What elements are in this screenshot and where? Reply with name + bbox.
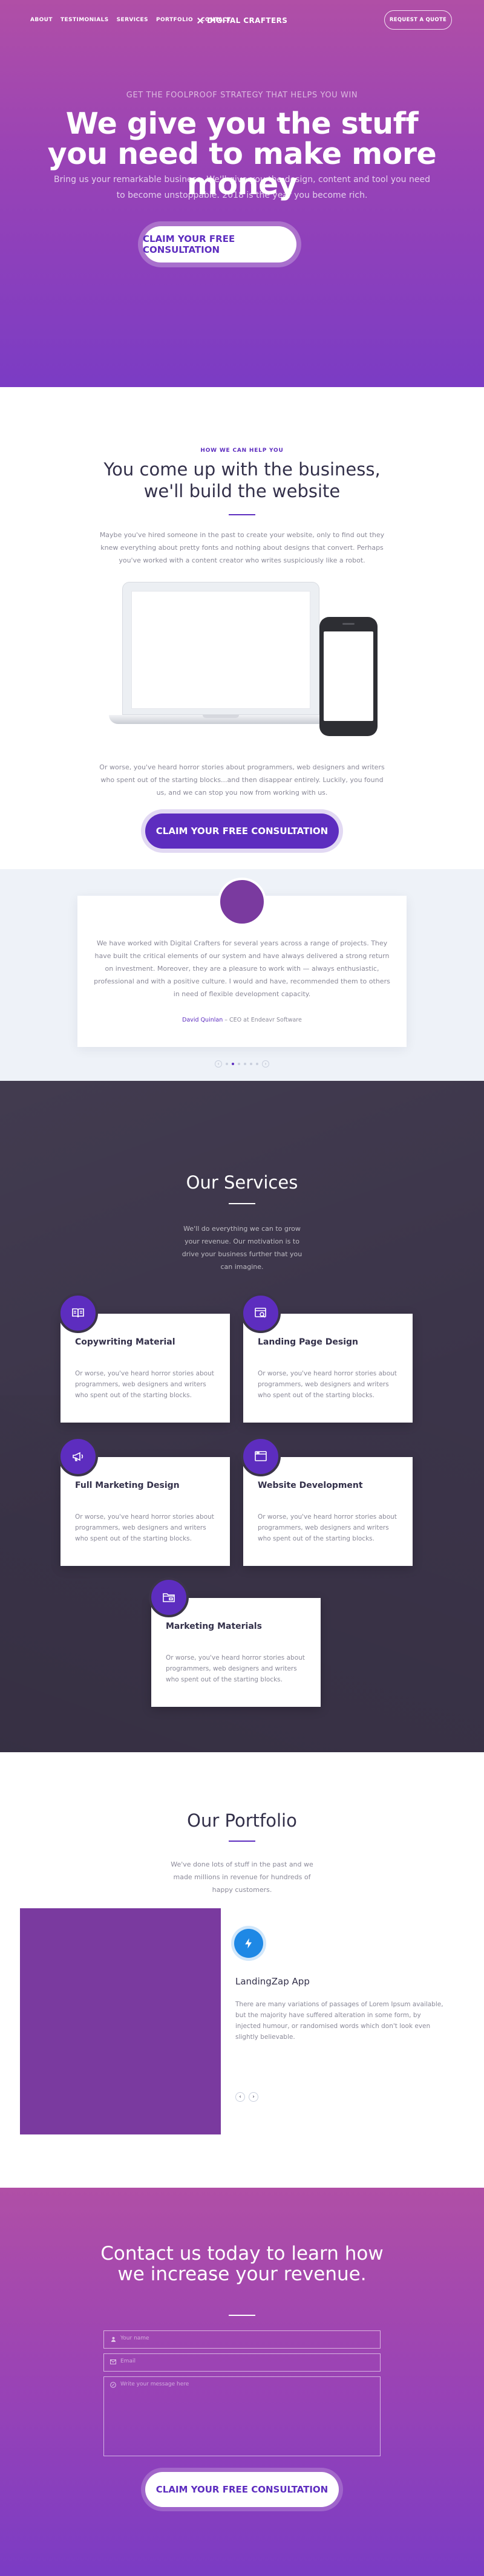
testimonial-author: David Quinlan – CEO at Endeavr Software — [91, 1017, 393, 1023]
service-card[interactable]: Landing Page Design Or worse, you've hea… — [241, 1293, 413, 1423]
about-divider — [229, 514, 255, 515]
contact-section: Contact us today to learn how we increas… — [0, 2188, 484, 2576]
contact-title: Contact us today to learn how we increas… — [100, 2243, 384, 2285]
about-section: HOW WE CAN HELP YOU You come up with the… — [0, 387, 484, 869]
portfolio-divider — [229, 1841, 255, 1842]
portfolio-prev-icon[interactable]: ‹ — [235, 2092, 245, 2102]
service-card[interactable]: Full Marketing Design Or worse, you've h… — [58, 1436, 230, 1566]
phone-illustration — [319, 617, 378, 736]
contact-cta-button[interactable]: CLAIM YOUR FREE CONSULTATION — [145, 2472, 339, 2507]
project-title: LandingZap App — [235, 1976, 310, 1987]
about-kicker: HOW WE CAN HELP YOU — [200, 448, 284, 454]
logo-text: DIGITAL CRAFTERS — [207, 16, 288, 25]
service-title: Copywriting Material — [75, 1337, 175, 1347]
testimonial-quote: We have worked with Digital Crafters for… — [94, 939, 390, 998]
browser-window-icon — [241, 1436, 281, 1476]
services-title: Our Services — [186, 1172, 298, 1193]
project-text: There are many variations of passages of… — [235, 2001, 443, 2041]
pager-dot[interactable] — [238, 1063, 240, 1065]
hero-subtitle: Bring us your remarkable business. We'll… — [54, 175, 430, 200]
pager-dot[interactable] — [232, 1063, 234, 1065]
testimonial-author-name: David Quinlan — [182, 1017, 223, 1023]
services-section: Our Services We'll do everything we can … — [0, 1081, 484, 1752]
folder-icon — [149, 1577, 189, 1617]
phone-screen — [324, 631, 373, 721]
portfolio-image[interactable] — [20, 1908, 221, 2134]
portfolio-title: Our Portfolio — [187, 1810, 297, 1831]
service-card[interactable]: Marketing Materials Or worse, you've hea… — [149, 1577, 321, 1707]
prev-arrow-icon[interactable]: ‹ — [215, 1060, 222, 1068]
avatar — [218, 878, 266, 926]
email-field[interactable]: Email — [103, 2353, 381, 2372]
testimonial-section: We have worked with Digital Crafters for… — [0, 869, 484, 1081]
about-cta-button[interactable]: CLAIM YOUR FREE CONSULTATION — [145, 814, 339, 849]
user-icon — [110, 2336, 116, 2342]
nav-link-services[interactable]: SERVICES — [117, 17, 148, 23]
browser-search-icon — [241, 1293, 281, 1333]
pager-dot[interactable] — [226, 1063, 228, 1065]
name-field[interactable]: Your name — [103, 2330, 381, 2349]
lightning-bolt-icon — [234, 1929, 263, 1958]
service-title: Full Marketing Design — [75, 1481, 180, 1490]
service-text: Or worse, you've heard horror stories ab… — [75, 1370, 214, 1399]
book-icon — [58, 1293, 98, 1333]
email-placeholder: Email — [120, 2358, 136, 2364]
service-text: Or worse, you've heard horror stories ab… — [258, 1370, 397, 1399]
portfolio-section: Our Portfolio We've done lots of stuff i… — [0, 1752, 484, 2188]
request-quote-button[interactable]: REQUEST A QUOTE — [384, 10, 452, 30]
testimonial-pager: ‹ › — [206, 1060, 278, 1068]
service-text: Or worse, you've heard horror stories ab… — [166, 1654, 305, 1683]
laptop-notch — [203, 715, 239, 718]
hero-cta-button[interactable]: CLAIM YOUR FREE CONSULTATION — [143, 226, 296, 262]
laptop-screen — [131, 591, 310, 709]
logo[interactable]: DIGITAL CRAFTERS — [197, 16, 287, 25]
service-title: Website Development — [258, 1481, 363, 1490]
next-arrow-icon[interactable]: › — [262, 1060, 269, 1068]
laptop-illustration — [109, 582, 333, 748]
portfolio-intro: We've done lots of stuff in the past and… — [171, 1860, 313, 1894]
message-placeholder: Write your message here — [120, 2381, 189, 2387]
envelope-icon — [110, 2359, 116, 2365]
testimonial-author-role: – CEO at Endeavr Software — [223, 1017, 302, 1023]
about-title: You come up with the business, we'll bui… — [103, 459, 381, 501]
nav-link-portfolio[interactable]: PORTFOLIO — [156, 17, 193, 23]
contact-divider — [229, 2315, 255, 2316]
services-intro: We'll do everything we can to grow your … — [182, 1225, 302, 1271]
nav-link-about[interactable]: ABOUT — [30, 17, 53, 23]
name-placeholder: Your name — [120, 2335, 149, 2341]
nav-link-testimonials[interactable]: TESTIMONIALS — [60, 17, 109, 23]
hero-section: ABOUT TESTIMONIALS SERVICES PORTFOLIO CO… — [0, 0, 484, 387]
laptop-body — [122, 582, 319, 715]
hero-kicker: GET THE FOOLPROOF STRATEGY THAT HELPS YO… — [126, 91, 358, 100]
pager-dot[interactable] — [250, 1063, 252, 1065]
about-body: Or worse, you've heard horror stories ab… — [99, 763, 385, 797]
service-card[interactable]: Website Development Or worse, you've hea… — [241, 1436, 413, 1566]
message-field[interactable]: Write your message here — [103, 2376, 381, 2456]
service-title: Marketing Materials — [166, 1622, 262, 1631]
phone-speaker — [342, 623, 355, 625]
services-divider — [229, 1203, 255, 1204]
portfolio-next-icon[interactable]: › — [249, 2092, 258, 2102]
service-text: Or worse, you've heard horror stories ab… — [258, 1513, 397, 1542]
service-text: Or worse, you've heard horror stories ab… — [75, 1513, 214, 1542]
pencil-icon — [110, 2382, 116, 2388]
pager-dot[interactable] — [244, 1063, 246, 1065]
service-card[interactable]: Copywriting Material Or worse, you've he… — [58, 1293, 230, 1423]
logo-x-icon — [197, 17, 204, 24]
top-nav: ABOUT TESTIMONIALS SERVICES PORTFOLIO CO… — [0, 0, 484, 40]
pager-dot[interactable] — [256, 1063, 258, 1065]
about-intro: Maybe you've hired someone in the past t… — [99, 531, 385, 564]
service-title: Landing Page Design — [258, 1337, 358, 1347]
megaphone-icon — [58, 1436, 98, 1476]
